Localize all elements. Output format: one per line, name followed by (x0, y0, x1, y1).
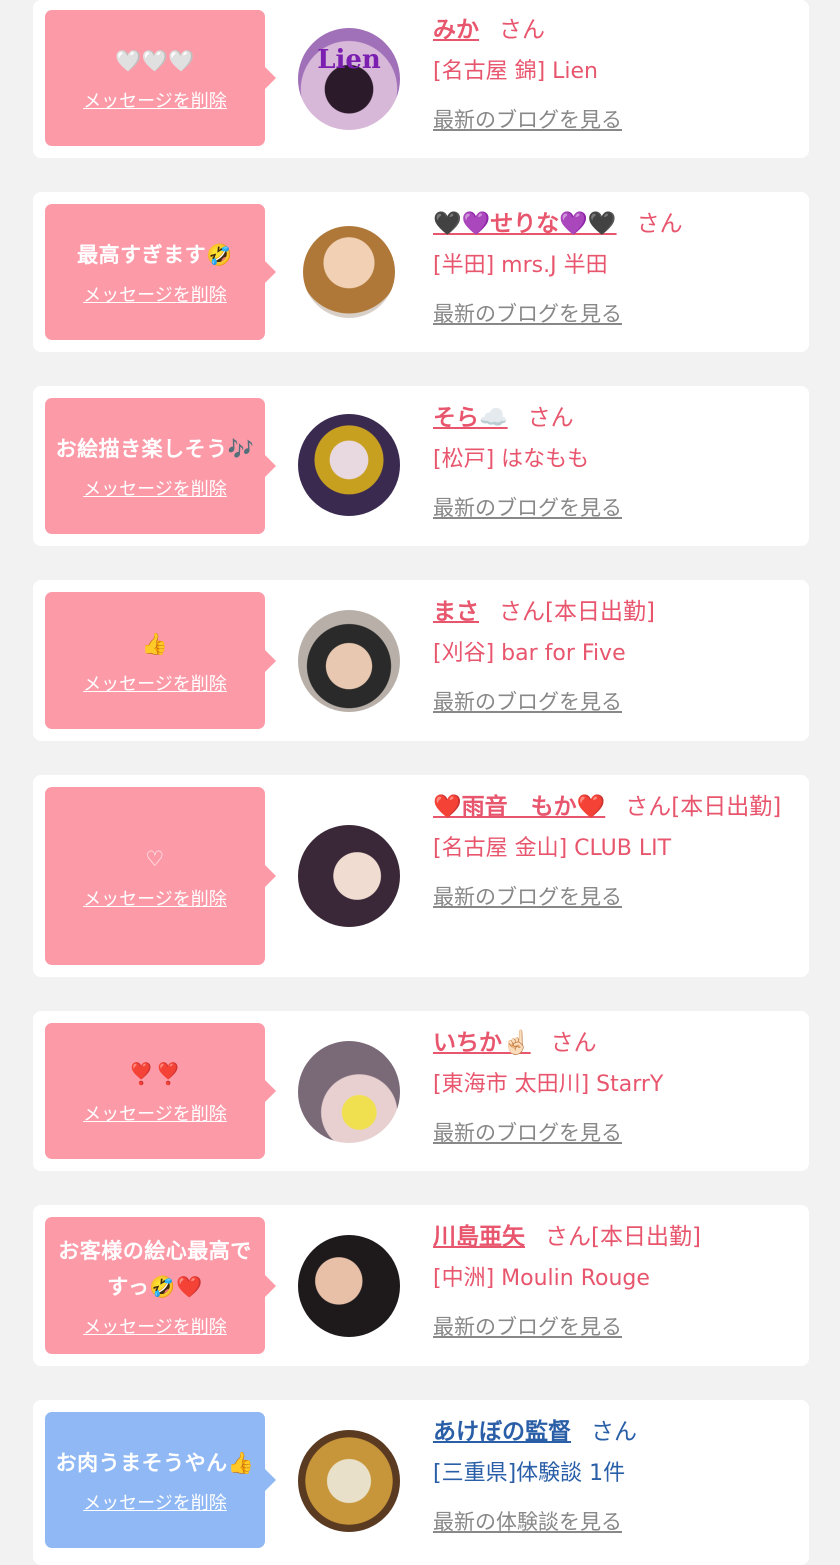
latest-review-link[interactable]: 最新の体験談を見る (433, 1506, 793, 1536)
avatar[interactable] (298, 825, 400, 927)
message-bubble: お絵描き楽しそう🎶 メッセージを削除 (45, 398, 276, 534)
shop-info: [松戸] はなもも (433, 447, 590, 472)
message-text: お客様の絵心最高ですっ🤣❤️ (58, 1238, 252, 1299)
shop-info: [刈谷] bar for Five (433, 641, 626, 666)
message-card: ♡ メッセージを削除 ❤️雨音 もか❤️ さん[本日出勤] [名古屋 金山] CL… (33, 775, 809, 977)
message-text: お絵描き楽しそう🎶 (55, 437, 255, 461)
message-bubble: お客様の絵心最高ですっ🤣❤️ メッセージを削除 (45, 1217, 276, 1354)
avatar[interactable] (298, 1235, 400, 1337)
delete-message-link[interactable]: メッセージを削除 (83, 475, 227, 501)
avatar[interactable] (298, 414, 400, 516)
svg-text:Lien: Lien (317, 45, 381, 75)
cast-info: 🖤💜せりな💜🖤 さん [半田] mrs.J 半田 最新のブログを見る (433, 204, 793, 328)
cast-suffix: さん (499, 17, 545, 43)
delete-message-link[interactable]: メッセージを削除 (83, 87, 227, 113)
reviewer-name-link[interactable]: あけぼの監督 (433, 1419, 571, 1445)
delete-message-link[interactable]: メッセージを削除 (83, 1313, 227, 1339)
latest-blog-link[interactable]: 最新のブログを見る (433, 492, 793, 522)
avatar[interactable] (303, 226, 395, 318)
avatar-lien-image: Lien (317, 45, 381, 75)
avatar[interactable]: Lien (298, 28, 400, 130)
avatar[interactable] (298, 610, 400, 712)
shop-info: [東海市 太田川] StarrY (433, 1072, 664, 1097)
message-card: 最高すぎます🤣 メッセージを削除 🖤💜せりな💜🖤 さん [半田] mrs.J 半田… (33, 192, 809, 352)
cast-name-link[interactable]: 🖤💜せりな💜🖤 (433, 211, 617, 237)
message-text: 🤍🤍🤍 (115, 49, 195, 73)
delete-message-link[interactable]: メッセージを削除 (83, 1489, 227, 1515)
message-bubble: ♡ メッセージを削除 (45, 787, 276, 965)
cast-info: 川島亜矢 さん[本日出勤] [中洲] Moulin Rouge 最新のブログを見る (433, 1217, 793, 1341)
cast-suffix: さん (550, 1030, 597, 1056)
latest-blog-link[interactable]: 最新のブログを見る (433, 881, 793, 911)
cast-suffix: さん (636, 211, 683, 237)
message-bubble: お肉うまそうやん👍 メッセージを削除 (45, 1412, 276, 1548)
shop-info: [半田] mrs.J 半田 (433, 253, 608, 278)
message-text: 最高すぎます🤣 (77, 243, 233, 267)
cast-name-link[interactable]: みか (433, 17, 479, 43)
cast-name-link[interactable]: まさ (433, 599, 479, 625)
latest-blog-link[interactable]: 最新のブログを見る (433, 686, 793, 716)
message-card: お肉うまそうやん👍 メッセージを削除 あけぼの監督 さん [三重県]体験談 1件 … (33, 1400, 809, 1565)
delete-message-link[interactable]: メッセージを削除 (83, 885, 227, 911)
message-card: 🤍🤍🤍 メッセージを削除 Lien みか さん [名古屋 錦] Lien 最新のブ… (33, 0, 809, 158)
message-text: ❣️❣️ (128, 1062, 182, 1086)
review-info: [三重県]体験談 1件 (433, 1461, 626, 1486)
avatar[interactable] (298, 1430, 400, 1532)
message-card: 👍 メッセージを削除 まさ さん[本日出勤] [刈谷] bar for Five … (33, 580, 809, 741)
message-text: お肉うまそうやん👍 (55, 1451, 255, 1475)
message-bubble: 最高すぎます🤣 メッセージを削除 (45, 204, 276, 340)
cast-info: みか さん [名古屋 錦] Lien 最新のブログを見る (433, 10, 793, 134)
shop-info: [名古屋 金山] CLUB LIT (433, 836, 672, 861)
latest-blog-link[interactable]: 最新のブログを見る (433, 104, 793, 134)
cast-name-link[interactable]: 川島亜矢 (433, 1224, 525, 1250)
delete-message-link[interactable]: メッセージを削除 (83, 1100, 227, 1126)
message-bubble: 👍 メッセージを削除 (45, 592, 276, 729)
message-text: ♡ (145, 847, 165, 871)
cast-info: ❤️雨音 もか❤️ さん[本日出勤] [名古屋 金山] CLUB LIT 最新のブ… (433, 787, 793, 911)
cast-suffix: さん[本日出勤] (545, 1224, 701, 1250)
cast-name-link[interactable]: ❤️雨音 もか❤️ (433, 794, 605, 820)
message-bubble: 🤍🤍🤍 メッセージを削除 (45, 10, 276, 146)
cast-suffix: さん (591, 1419, 637, 1445)
delete-message-link[interactable]: メッセージを削除 (83, 281, 227, 307)
cast-info: あけぼの監督 さん [三重県]体験談 1件 最新の体験談を見る (433, 1412, 793, 1536)
cast-name-link[interactable]: いちか☝🏻 (433, 1030, 531, 1056)
cast-suffix: さん[本日出勤] (499, 599, 655, 625)
latest-blog-link[interactable]: 最新のブログを見る (433, 1117, 793, 1147)
latest-blog-link[interactable]: 最新のブログを見る (433, 298, 793, 328)
shop-info: [名古屋 錦] Lien (433, 59, 599, 84)
message-card: お絵描き楽しそう🎶 メッセージを削除 そら☁️ さん [松戸] はなもも 最新のブ… (33, 386, 809, 546)
cast-info: そら☁️ さん [松戸] はなもも 最新のブログを見る (433, 398, 793, 522)
shop-info: [中洲] Moulin Rouge (433, 1266, 650, 1291)
message-card: お客様の絵心最高ですっ🤣❤️ メッセージを削除 川島亜矢 さん[本日出勤] [中洲… (33, 1205, 809, 1366)
cast-info: まさ さん[本日出勤] [刈谷] bar for Five 最新のブログを見る (433, 592, 793, 716)
cast-suffix: さん[本日出勤] (625, 794, 782, 820)
cast-info: いちか☝🏻 さん [東海市 太田川] StarrY 最新のブログを見る (433, 1023, 793, 1147)
avatar[interactable] (298, 1041, 400, 1143)
message-bubble: ❣️❣️ メッセージを削除 (45, 1023, 276, 1159)
cast-suffix: さん (527, 405, 574, 431)
message-text: 👍 (141, 631, 169, 656)
delete-message-link[interactable]: メッセージを削除 (83, 670, 227, 696)
message-card: ❣️❣️ メッセージを削除 いちか☝🏻 さん [東海市 太田川] StarrY 最… (33, 1011, 809, 1171)
cast-name-link[interactable]: そら☁️ (433, 405, 508, 431)
latest-blog-link[interactable]: 最新のブログを見る (433, 1311, 793, 1341)
